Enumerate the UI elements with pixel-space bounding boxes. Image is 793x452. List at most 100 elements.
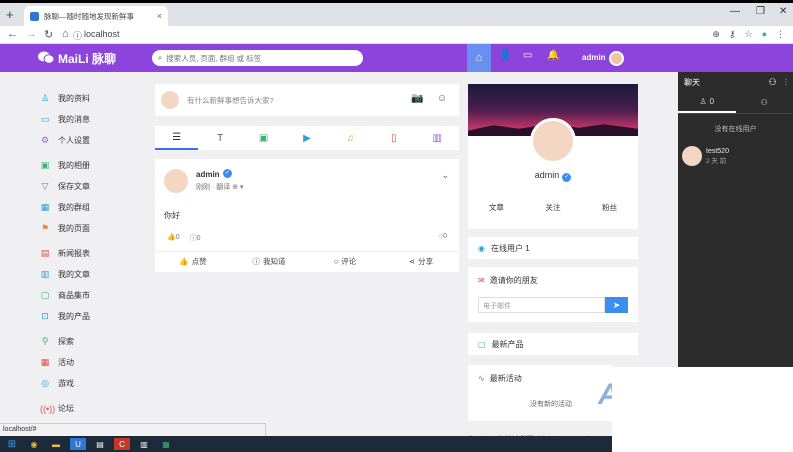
tab-close-icon[interactable]: × <box>157 11 162 21</box>
video-icon: ▶ <box>303 132 311 144</box>
tab-music[interactable]: ♫ <box>329 126 372 150</box>
home-browser-icon[interactable]: ⌂ <box>62 28 69 40</box>
extension-icon[interactable]: ● <box>762 29 767 40</box>
sidebar-item-articles[interactable]: ▥ 我的文章 <box>40 264 140 285</box>
like-button[interactable]: 👍 点赞 <box>155 252 231 271</box>
taskbar-app-icon[interactable]: U <box>70 438 86 450</box>
tab-video[interactable]: ▶ <box>285 126 328 150</box>
latest-products-widget[interactable]: ▢ 最新产品 <box>468 333 638 355</box>
add-friend-icon[interactable]: 👤 <box>499 50 511 61</box>
sidebar-item-market[interactable]: ▢ 商品集市 <box>40 285 140 306</box>
windows-start-icon[interactable]: ⊞ <box>4 438 20 450</box>
sidebar-item-groups[interactable]: ▦ 我的群组 <box>40 197 140 218</box>
tab-map[interactable]: ▥ <box>416 126 459 150</box>
app-header: MaiLi 脉聊 ⌕ 搜索人员, 页面, 群组 或 标签 ⌂ 👤 ▭ 🔔 adm… <box>0 44 793 72</box>
sidebar-item-forum[interactable]: ((•)) 论坛 <box>40 398 140 419</box>
products-title: 最新产品 <box>491 339 524 349</box>
comment-button[interactable]: ○ 评论 <box>307 252 383 271</box>
know-button[interactable]: ⓘ 我知道 <box>231 252 307 271</box>
sidebar-item-label: 我的相册 <box>58 161 90 170</box>
taskbar-app5-icon[interactable]: ▦ <box>158 438 174 450</box>
menu-icon[interactable]: ⋮ <box>776 29 785 40</box>
settings-sliders-icon[interactable]: ⫶ <box>785 77 787 88</box>
notification-bell-icon[interactable]: 🔔 <box>547 50 559 61</box>
chevron-down-icon[interactable]: ⌄ <box>441 170 449 181</box>
sidebar-item-label: 探索 <box>58 337 74 346</box>
sidebar-item-pages[interactable]: ⚑ 我的页面 <box>40 218 140 239</box>
emoji-icon[interactable]: ☺ <box>437 93 447 104</box>
tab-image[interactable]: ▣ <box>242 126 285 150</box>
url-field[interactable]: localhost <box>84 29 120 39</box>
taskbar-chrome-icon[interactable]: ◉ <box>26 438 42 450</box>
reload-icon[interactable]: ↻ <box>44 28 53 41</box>
stat-followers[interactable]: 粉丝 <box>581 202 638 213</box>
post-author[interactable]: admin <box>196 170 220 179</box>
stat-articles[interactable]: 文章 <box>468 202 525 213</box>
share-label: 分享 <box>418 257 434 266</box>
sidebar-item-album[interactable]: ▣ 我的相册 <box>40 155 140 176</box>
sidebar-item-messages[interactable]: ▭ 我的消息 <box>40 109 140 130</box>
share-icon: ⋖ <box>408 257 416 266</box>
post-avatar[interactable] <box>164 169 188 193</box>
close-window-button[interactable]: ✕ <box>779 6 787 17</box>
sidebar-item-label: 我的群组 <box>58 203 90 212</box>
sidebar-item-products[interactable]: ⊡ 我的产品 <box>40 306 140 327</box>
tab-groups[interactable]: ⚇ <box>736 92 793 113</box>
tab-text[interactable]: T <box>198 126 241 150</box>
taskbar-explorer-icon[interactable]: ▬ <box>48 438 64 450</box>
profile-name[interactable]: admin ✓ <box>468 170 638 182</box>
flag-icon: ⚑ <box>40 223 50 233</box>
dropdown-icon[interactable]: ▾ <box>240 184 244 191</box>
header-username[interactable]: admin <box>582 53 606 62</box>
taskbar-app3-icon[interactable]: C <box>114 438 130 450</box>
browser-tab[interactable]: 脉聊—随时随地发现新鲜事 × <box>24 6 168 26</box>
tab-text-list[interactable]: ☰ <box>155 126 199 150</box>
post-composer[interactable]: 有什么新鲜事想告诉大家? 📷 ☺ <box>155 84 459 116</box>
send-invite-button[interactable]: ➤ <box>605 297 628 313</box>
key-icon[interactable]: ⚷ <box>729 29 736 40</box>
location-icon[interactable]: ⊕ <box>712 29 720 40</box>
chat-tabs: ♙ 0 ⚇ <box>678 92 793 114</box>
messages-icon[interactable]: ▭ <box>523 50 532 61</box>
home-button[interactable]: ⌂ <box>467 44 491 72</box>
taskbar-app2-icon[interactable]: ▤ <box>92 438 108 450</box>
sidebar-item-profile[interactable]: ♙ 我的资料 <box>40 88 140 109</box>
online-users-widget[interactable]: ◉ 在线用户 1 <box>468 237 638 259</box>
camera-icon[interactable]: 📷 <box>411 93 423 104</box>
star-icon[interactable]: ☆ <box>744 29 752 40</box>
info-icon[interactable]: ⓘ <box>73 29 82 42</box>
header-avatar[interactable] <box>609 51 624 66</box>
sidebar-item-explore[interactable]: ⚲ 探索 <box>40 331 140 352</box>
address-tools: ⊕ ⚷ ☆ ● ⋮ <box>712 29 785 40</box>
add-user-icon[interactable]: ⚇ <box>769 77 777 88</box>
chat-bubble-icon <box>38 51 55 67</box>
stat-following[interactable]: 关注 <box>525 202 582 213</box>
profile-avatar[interactable] <box>530 118 576 164</box>
minimize-button[interactable]: — <box>730 6 740 17</box>
home-icon: ⌂ <box>475 52 483 64</box>
cart-icon: ⊡ <box>41 311 49 321</box>
post-body: 你好 <box>164 211 180 220</box>
tab-online-users[interactable]: ♙ 0 <box>678 92 736 113</box>
share-button[interactable]: ⋖ 分享 <box>383 252 459 271</box>
info-icon: ⓘ <box>252 257 261 266</box>
book-icon: ▥ <box>40 269 50 279</box>
invite-email-input[interactable]: 电子邮件 <box>478 297 605 313</box>
sidebar-item-news[interactable]: ▤ 新闻报表 <box>40 243 140 264</box>
sidebar-item-events[interactable]: ▦ 活动 <box>40 352 140 373</box>
address-bar: ← → ↻ ⌂ ⓘ localhost ⊕ ⚷ ☆ ● ⋮ <box>0 26 793 44</box>
tab-file[interactable]: ▯ <box>372 126 415 150</box>
app-logo[interactable]: MaiLi 脉聊 <box>38 50 116 67</box>
taskbar-app4-icon[interactable]: ▥ <box>136 438 152 450</box>
back-icon[interactable]: ← <box>7 28 18 40</box>
sidebar-item-games[interactable]: ◎ 游戏 <box>40 373 140 394</box>
sidebar-item-settings[interactable]: ⚙ 个人设置 <box>40 130 140 151</box>
chat-panel: 聊天 ⚇ ⫶ ♙ 0 ⚇ 没有在线用户 test520 2 天 前 <box>678 72 793 367</box>
sidebar-item-saved[interactable]: ▽ 保存文章 <box>40 176 140 197</box>
forward-icon[interactable]: → <box>26 28 37 40</box>
chat-user-item[interactable]: test520 2 天 前 <box>682 146 793 166</box>
search-input[interactable]: ⌕ 搜索人员, 页面, 群组 或 标签 <box>152 50 363 66</box>
maximize-button[interactable]: ❐ <box>756 6 765 17</box>
browser-tabbar: + 脉聊—随时随地发现新鲜事 × — ❐ ✕ <box>0 0 793 26</box>
new-tab-button[interactable]: + <box>6 7 14 22</box>
